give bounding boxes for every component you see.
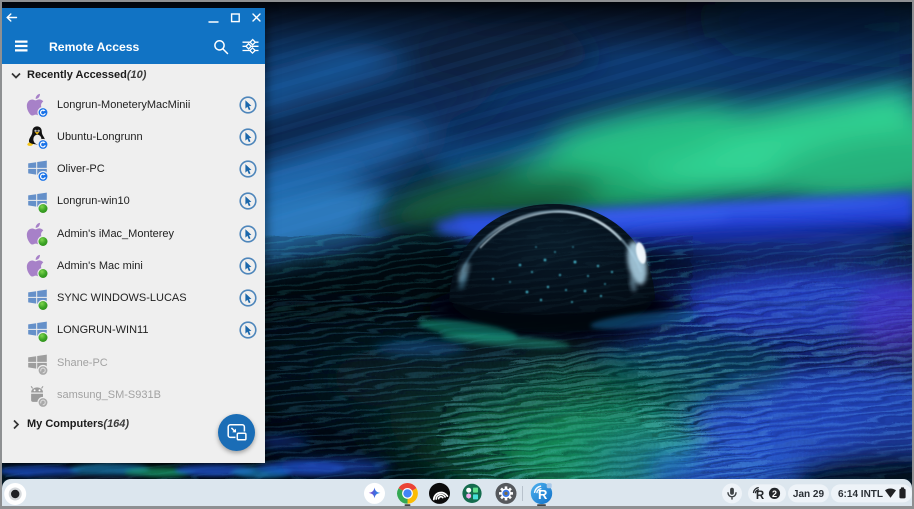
svg-text:2: 2 — [772, 489, 777, 499]
svg-text:Jan 29: Jan 29 — [793, 489, 825, 500]
svg-text:6:14 INTL: 6:14 INTL — [838, 489, 883, 500]
svg-text:R: R — [538, 487, 548, 502]
svg-text:R: R — [756, 490, 765, 502]
